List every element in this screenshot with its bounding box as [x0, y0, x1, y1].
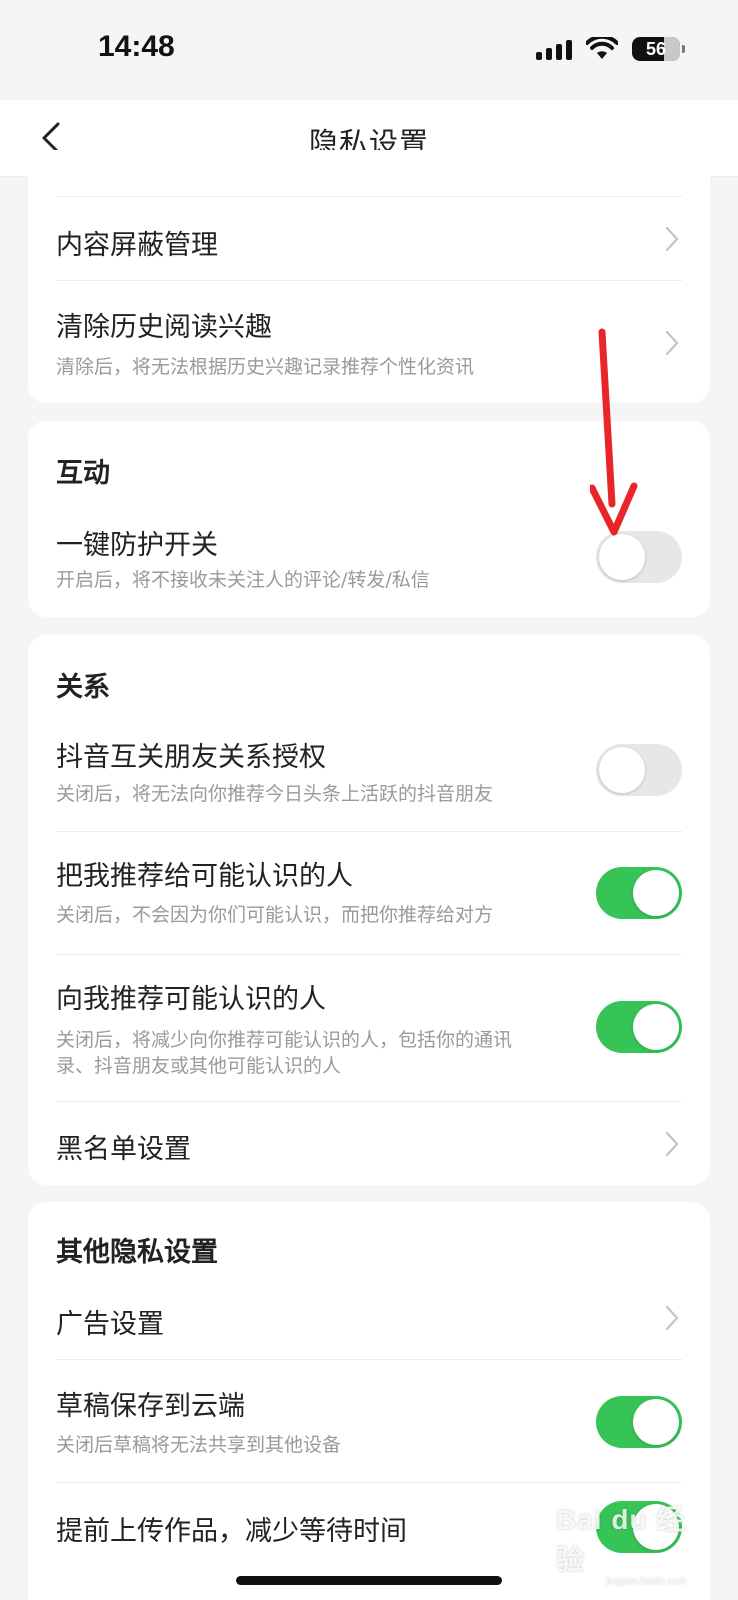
battery-icon: 56: [632, 37, 685, 61]
row-title: 内容屏蔽管理: [56, 230, 218, 261]
watermark-url: jingyan.baidu.com: [606, 1576, 687, 1587]
battery-percent: 56: [645, 38, 667, 59]
watermark-text: Bai du 经验: [556, 1504, 686, 1575]
recommend-me-to-others-toggle[interactable]: [596, 867, 682, 919]
content-settings-card: 内容屏蔽管理 清除历史阅读兴趣 清除后，将无法根据历史兴趣记录推荐个性化资讯: [28, 150, 710, 403]
toggle-knob: [633, 1004, 679, 1050]
row-douyin-friend-auth: 抖音互关朋友关系授权 关闭后，将无法向你推荐今日头条上活跃的抖音朋友: [56, 719, 682, 831]
section-title: 其他隐私设置: [56, 1237, 218, 1268]
row-recommend-me-to-others: 把我推荐给可能认识的人 关闭后，不会因为你们可能认识，而把你推荐给对方: [56, 832, 682, 954]
row-blacklist-settings[interactable]: 黑名单设置: [56, 1102, 682, 1185]
save-drafts-to-cloud-toggle[interactable]: [596, 1396, 682, 1448]
status-bar: 14:48 56: [0, 0, 738, 100]
recommend-people-to-me-toggle[interactable]: [596, 1001, 682, 1053]
status-time: 14:48: [98, 30, 175, 63]
row-save-drafts-to-cloud: 草稿保存到云端 关闭后草稿将无法共享到其他设备: [56, 1360, 682, 1482]
row-subtitle: 关闭后，将无法向你推荐今日头条上活跃的抖音朋友: [56, 783, 494, 805]
toggle-knob: [599, 747, 645, 793]
chevron-right-icon: [665, 1305, 679, 1331]
section-title: 互动: [56, 458, 110, 489]
interaction-settings-card: 互动 一键防护开关 开启后，将不接收未关注人的评论/转发/私信: [28, 421, 710, 617]
row-content-block[interactable]: 内容屏蔽管理: [56, 197, 682, 279]
toggle-knob: [633, 870, 679, 916]
row-subtitle: 录、抖音朋友或其他可能认识的人: [56, 1055, 342, 1077]
row-title: 一键防护开关: [56, 530, 218, 561]
row-title: 黑名单设置: [56, 1134, 191, 1165]
toggle-knob: [599, 534, 645, 580]
row-one-click-protection: 一键防护开关 开启后，将不接收未关注人的评论/转发/私信: [56, 505, 682, 605]
row-ad-settings[interactable]: 广告设置: [56, 1286, 682, 1358]
watermark-logo: Bai du 经验 jingyan.baidu.com: [556, 1498, 706, 1587]
one-click-protection-toggle[interactable]: [596, 531, 682, 583]
chevron-right-icon: [665, 330, 679, 356]
row-title: 提前上传作品，减少等待时间: [56, 1516, 407, 1547]
douyin-friend-auth-toggle[interactable]: [596, 744, 682, 796]
row-subtitle: 关闭后，将减少向你推荐可能认识的人，包括你的通讯: [56, 1029, 513, 1051]
row-title: 草稿保存到云端: [56, 1391, 245, 1422]
chevron-right-icon: [665, 1131, 679, 1157]
row-title: 清除历史阅读兴趣: [56, 312, 272, 343]
row-title: 向我推荐可能认识的人: [56, 984, 326, 1015]
row-subtitle: 开启后，将不接收未关注人的评论/转发/私信: [56, 569, 430, 591]
row-recommend-people-to-me: 向我推荐可能认识的人 关闭后，将减少向你推荐可能认识的人，包括你的通讯 录、抖音…: [56, 955, 682, 1101]
row-subtitle: 清除后，将无法根据历史兴趣记录推荐个性化资讯: [56, 356, 475, 378]
row-clear-history-interest[interactable]: 清除历史阅读兴趣 清除后，将无法根据历史兴趣记录推荐个性化资讯: [56, 281, 682, 403]
cellular-signal-icon: [536, 38, 572, 60]
home-indicator[interactable]: [236, 1576, 502, 1585]
toggle-knob: [633, 1399, 679, 1445]
row-title: 把我推荐给可能认识的人: [56, 861, 353, 892]
row-title: 广告设置: [56, 1309, 164, 1340]
relation-settings-card: 关系 抖音互关朋友关系授权 关闭后，将无法向你推荐今日头条上活跃的抖音朋友 把我…: [28, 635, 710, 1185]
row-subtitle: 关闭后，不会因为你们可能认识，而把你推荐给对方: [56, 904, 494, 926]
row-subtitle: 关闭后草稿将无法共享到其他设备: [56, 1434, 342, 1456]
chevron-right-icon: [665, 226, 679, 252]
wifi-icon: [586, 37, 618, 59]
status-icons: 56: [536, 34, 685, 64]
row-title: 抖音互关朋友关系授权: [56, 742, 326, 773]
section-title: 关系: [56, 672, 110, 703]
